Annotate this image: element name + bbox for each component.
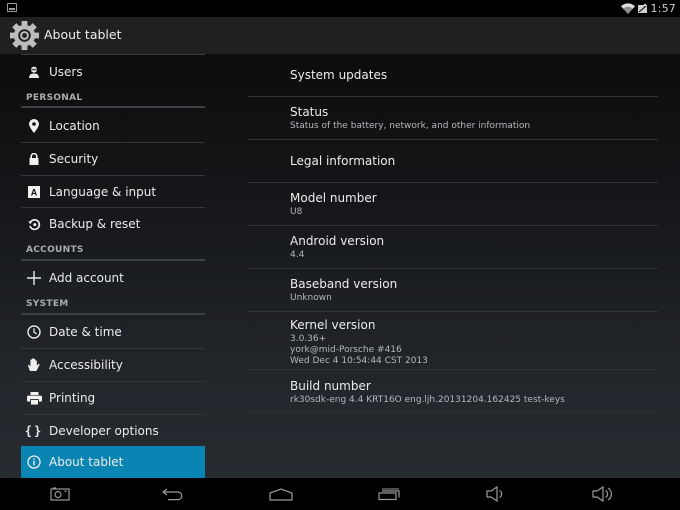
section-divider <box>21 106 205 108</box>
sidebar-item-label: Location <box>49 119 100 133</box>
screenshot-button[interactable] <box>45 483 75 505</box>
back-button[interactable] <box>158 483 188 505</box>
section-header-accounts: ACCOUNTS <box>26 245 84 255</box>
sidebar-item-language-input[interactable]: A Language & input <box>21 176 205 208</box>
clock-icon <box>26 324 42 340</box>
volume-down-button[interactable] <box>481 483 511 505</box>
pref-title: Status <box>290 105 329 119</box>
sidebar-item-label: Language & input <box>49 185 157 199</box>
sidebar-item-security[interactable]: Security <box>21 143 205 175</box>
signal-icon <box>638 4 648 13</box>
sidebar-item-label: Printing <box>49 391 96 405</box>
back-arrow-icon <box>162 488 183 501</box>
user-icon <box>26 64 42 80</box>
pref-summary: Unknown <box>290 293 332 303</box>
pref-baseband-version[interactable]: Baseband version Unknown <box>248 269 658 311</box>
sidebar-divider <box>21 54 205 55</box>
navigation-bar <box>0 478 680 510</box>
sidebar-item-label: Users <box>49 65 83 79</box>
sidebar-item-label: About tablet <box>49 455 124 469</box>
pref-summary: rk30sdk-eng 4.4 KRT16O eng.ljh.20131204.… <box>290 395 565 405</box>
camera-icon <box>50 487 70 501</box>
pref-title: Model number <box>290 191 377 205</box>
pref-summary: Status of the battery, network, and othe… <box>290 121 531 131</box>
status-icons: 1:57 <box>621 0 676 17</box>
sidebar-item-backup-reset[interactable]: Backup & reset <box>21 208 205 240</box>
screenshot-notification-icon <box>7 3 17 12</box>
section-header-personal: PERSONAL <box>26 93 83 103</box>
pref-summary: 4.4 <box>290 250 305 260</box>
pref-kernel-version[interactable]: Kernel version 3.0.36+ york@mid-Porsche … <box>248 312 658 369</box>
page-title: About tablet <box>44 27 122 42</box>
backup-restore-icon <box>26 216 42 232</box>
clock-time: 1:57 <box>650 2 676 15</box>
home-icon <box>269 487 293 501</box>
sidebar-item-label: Developer options <box>49 424 159 438</box>
pref-system-updates[interactable]: System updates <box>248 54 658 96</box>
recent-apps-button[interactable] <box>374 483 404 505</box>
pref-status[interactable]: Status Status of the battery, network, a… <box>248 97 658 139</box>
status-bar: 1:57 <box>0 0 680 17</box>
section-divider <box>21 259 205 261</box>
section-divider <box>21 313 205 315</box>
sidebar-item-label: Security <box>49 152 99 166</box>
pref-title: Android version <box>290 234 385 248</box>
wifi-icon <box>621 3 636 14</box>
sidebar-item-printing[interactable]: Printing <box>21 382 205 414</box>
pref-title: Build number <box>290 379 371 393</box>
volume-down-icon <box>486 485 503 503</box>
sidebar-item-label: Accessibility <box>49 358 123 372</box>
pref-title: Legal information <box>290 154 396 168</box>
sidebar-item-location[interactable]: Location <box>21 110 205 142</box>
sidebar-item-label: Backup & reset <box>49 217 141 231</box>
volume-up-button[interactable] <box>588 483 618 505</box>
pref-legal-information[interactable]: Legal information <box>248 140 658 182</box>
section-header-system: SYSTEM <box>26 299 69 309</box>
about-tablet-list[interactable]: System updates Status Status of the batt… <box>248 54 658 478</box>
sidebar-item-accessibility[interactable]: Accessibility <box>21 349 205 381</box>
pref-title: System updates <box>290 68 388 82</box>
volume-up-icon <box>592 485 612 503</box>
pref-model-number[interactable]: Model number U8 <box>248 183 658 225</box>
pref-summary: U8 <box>290 207 303 217</box>
recent-apps-icon <box>378 488 400 501</box>
sidebar-item-about-tablet[interactable]: About tablet <box>21 446 205 478</box>
sidebar-item-date-time[interactable]: Date & time <box>21 316 205 348</box>
pref-title: Kernel version <box>290 318 376 332</box>
pref-summary: 3.0.36+ york@mid-Porsche #416 Wed Dec 4 … <box>290 334 428 366</box>
list-divider <box>248 412 658 413</box>
settings-gear-icon[interactable] <box>9 20 40 51</box>
braces-icon: {} <box>24 424 44 438</box>
hand-icon <box>26 357 42 373</box>
language-icon: A <box>26 184 42 200</box>
sidebar-item-label: Date & time <box>49 325 122 339</box>
settings-sidebar[interactable]: Users PERSONAL Location Security A Langu… <box>21 54 205 478</box>
pref-android-version[interactable]: Android version 4.4 <box>248 226 658 268</box>
pref-title: Baseband version <box>290 277 398 291</box>
lock-icon <box>26 151 42 167</box>
pref-build-number[interactable]: Build number rk30sdk-eng 4.4 KRT16O eng.… <box>248 370 658 412</box>
action-bar: About tablet <box>0 17 680 54</box>
sidebar-item-add-account[interactable]: Add account <box>21 262 205 294</box>
sidebar-item-label: Add account <box>49 271 124 285</box>
svg-text:A: A <box>31 187 38 197</box>
sidebar-item-developer-options[interactable]: {} Developer options <box>21 415 205 447</box>
location-pin-icon <box>26 118 42 134</box>
info-icon <box>26 454 42 470</box>
home-button[interactable] <box>266 483 296 505</box>
plus-icon <box>26 270 42 286</box>
printer-icon <box>26 390 42 406</box>
sidebar-item-users[interactable]: Users <box>21 56 205 88</box>
settings-content: Users PERSONAL Location Security A Langu… <box>0 54 680 478</box>
